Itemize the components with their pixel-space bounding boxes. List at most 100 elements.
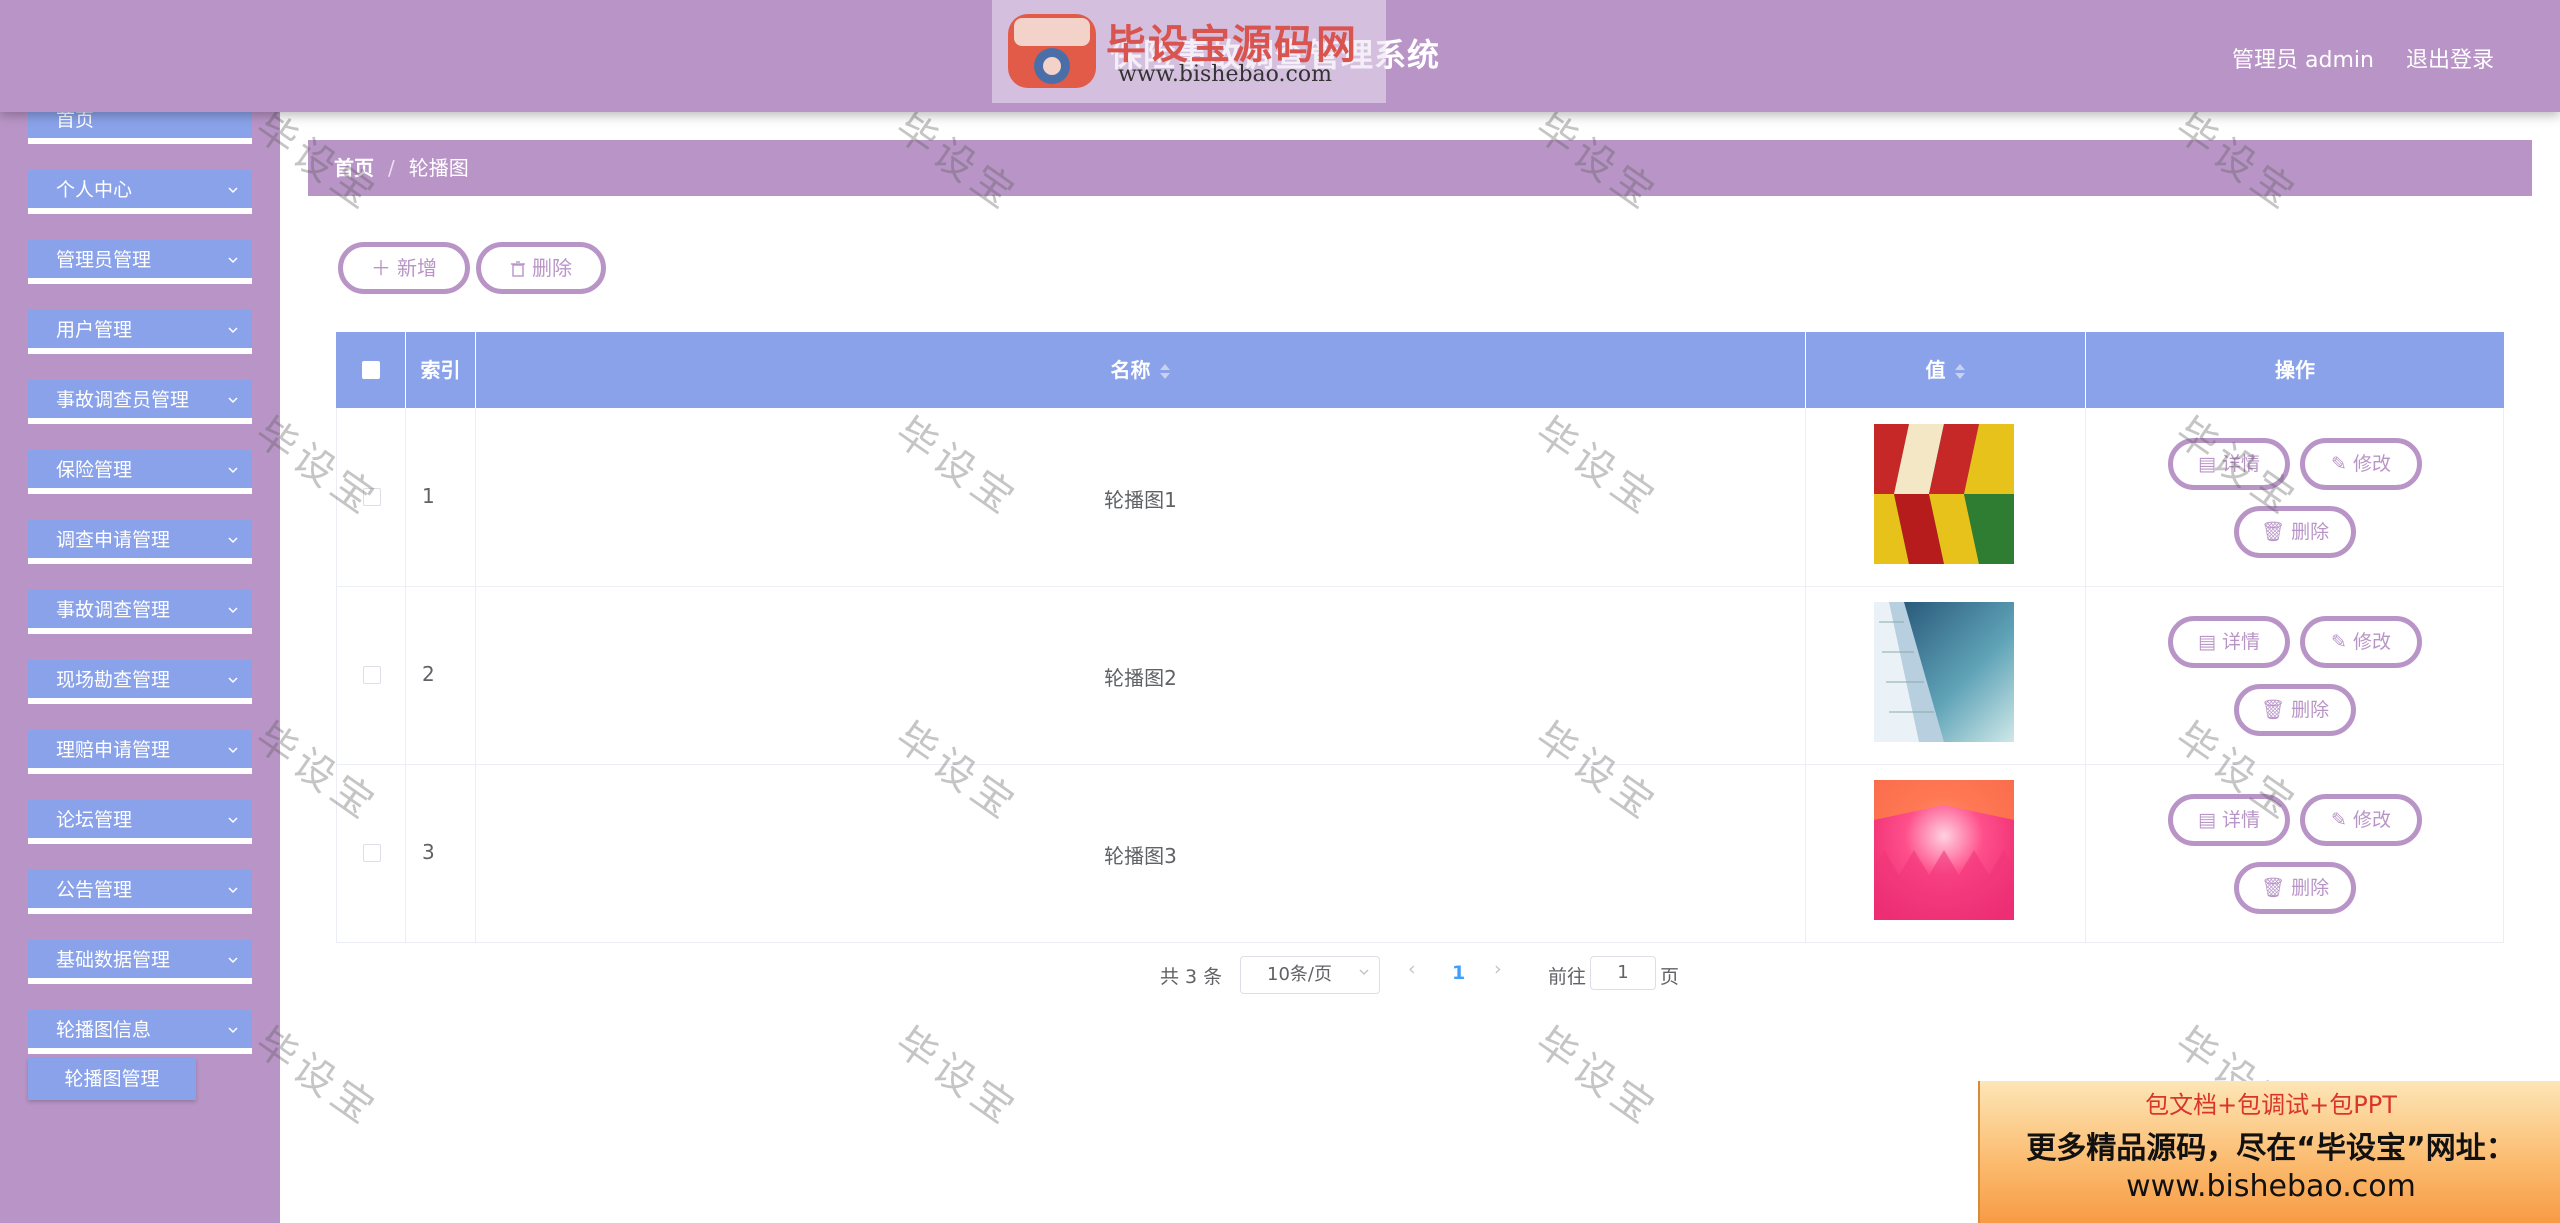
sidebar-item-carousel[interactable]: 轮播图信息 — [28, 1010, 252, 1054]
sidebar-item-notices[interactable]: 公告管理 — [28, 870, 252, 914]
table-row: 2 轮播图2 ▤ 详情 ✎ 修改 🗑 删除 — [336, 586, 2504, 765]
admin-user-label: 管理员 admin — [2232, 48, 2374, 73]
trash-icon: 🗑 — [2260, 521, 2292, 543]
sidebar-item-label: 个人中心 — [56, 179, 133, 201]
detail-button[interactable]: ▤ 详情 — [2168, 794, 2290, 846]
top-header: 保险事故调查管理系统 毕设宝源码网 www.bishebao.com 管理员 a… — [0, 0, 2560, 112]
sidebar-item-forum[interactable]: 论坛管理 — [28, 800, 252, 844]
logout-link[interactable]: 退出登录 — [2406, 42, 2494, 74]
add-button[interactable]: ＋新增 — [338, 242, 470, 294]
plus-icon: ＋ — [371, 256, 391, 280]
sidebar-item-label: 公告管理 — [56, 879, 133, 901]
watermark-logo: 毕设宝源码网 www.bishebao.com — [992, 0, 1386, 103]
breadcrumb-current: 轮播图 — [408, 156, 469, 180]
row-delete-button[interactable]: 🗑 删除 — [2234, 506, 2356, 558]
promo-line-1: 包文档+包调试+包PPT — [2145, 1091, 2397, 1119]
edit-button[interactable]: ✎ 修改 — [2300, 616, 2422, 668]
chevron-down-icon — [228, 187, 238, 194]
header-actions: 操作 — [2275, 358, 2315, 382]
detail-button[interactable]: ▤ 详情 — [2168, 438, 2290, 490]
chevron-down-icon — [228, 257, 238, 264]
goto-page-input[interactable]: 1 — [1590, 956, 1656, 990]
add-button-label: 新增 — [397, 256, 437, 280]
detail-label: 详情 — [2221, 809, 2260, 831]
sidebar-item-label: 论坛管理 — [56, 809, 133, 831]
file-icon: ▤ — [2197, 631, 2222, 653]
detail-label: 详情 — [2221, 631, 2260, 653]
sidebar-item-survey-requests[interactable]: 调查申请管理 — [28, 520, 252, 564]
chevron-down-icon — [228, 537, 238, 544]
carousel-image-thumbnail[interactable] — [1874, 780, 2014, 920]
edit-label: 修改 — [2352, 453, 2391, 475]
sidebar: 首页 个人中心 管理员管理 用户管理 事故调查员管理 保险管理 调查申请管理 事… — [0, 100, 280, 1223]
pencil-icon: ✎ — [2331, 631, 2353, 653]
sidebar-item-label: 理赔申请管理 — [56, 739, 171, 761]
header-name-label: 名称 — [1110, 358, 1151, 382]
edit-button[interactable]: ✎ 修改 — [2300, 794, 2422, 846]
sidebar-item-insurance[interactable]: 保险管理 — [28, 450, 252, 494]
sidebar-item-label: 基础数据管理 — [56, 949, 171, 971]
detail-label: 详情 — [2221, 453, 2260, 475]
chevron-down-icon — [228, 817, 238, 824]
breadcrumb: 首页 / 轮播图 — [308, 140, 2532, 196]
trash-icon — [511, 261, 525, 277]
sidebar-item-label: 事故调查员管理 — [56, 389, 190, 411]
row-delete-button[interactable]: 🗑 删除 — [2234, 684, 2356, 736]
row-index: 2 — [422, 662, 435, 686]
chevron-left-icon: ‹ — [1408, 958, 1416, 980]
sidebar-item-profile[interactable]: 个人中心 — [28, 170, 252, 214]
chevron-down-icon — [228, 327, 238, 334]
row-checkbox[interactable] — [363, 844, 381, 862]
promo-line-2: 更多精品源码，尽在“毕设宝”网址： — [2026, 1131, 2516, 1166]
promo-banner[interactable]: 包文档+包调试+包PPT 更多精品源码，尽在“毕设宝”网址： www.bishe… — [1978, 1081, 2560, 1223]
delete-label: 删除 — [2291, 699, 2330, 721]
batch-delete-button[interactable]: 删除 — [476, 242, 606, 294]
page-number-current[interactable]: 1 — [1452, 962, 1465, 1002]
submenu-carousel-manage[interactable]: 轮播图管理 — [28, 1058, 196, 1100]
sidebar-item-users[interactable]: 用户管理 — [28, 310, 252, 354]
row-name: 轮播图1 — [1104, 488, 1177, 512]
edit-button[interactable]: ✎ 修改 — [2300, 438, 2422, 490]
header-value[interactable]: 值 — [1806, 332, 2086, 408]
pagination-total: 共 3 条 — [1160, 966, 1223, 988]
sidebar-item-label: 用户管理 — [56, 319, 133, 341]
sidebar-item-investigators[interactable]: 事故调查员管理 — [28, 380, 252, 424]
sidebar-item-accident-surveys[interactable]: 事故调查管理 — [28, 590, 252, 634]
table-row: 3 轮播图3 ▤ 详情 ✎ 修改 🗑 删除 — [336, 764, 2504, 943]
file-icon: ▤ — [2197, 809, 2222, 831]
sidebar-item-claims[interactable]: 理赔申请管理 — [28, 730, 252, 774]
sidebar-item-site-inspections[interactable]: 现场勘查管理 — [28, 660, 252, 704]
carousel-image-thumbnail[interactable] — [1874, 602, 2014, 742]
page-size-select[interactable]: 10条/页 — [1240, 956, 1380, 994]
sort-icon[interactable] — [1159, 363, 1171, 381]
watermark-text: 毕设宝 — [1526, 1018, 1667, 1136]
row-delete-button[interactable]: 🗑 删除 — [2234, 862, 2356, 914]
pencil-icon: ✎ — [2331, 453, 2353, 475]
row-checkbox[interactable] — [363, 488, 381, 506]
carousel-image-thumbnail[interactable] — [1874, 424, 2014, 564]
sidebar-item-base-data[interactable]: 基础数据管理 — [28, 940, 252, 984]
select-all-checkbox[interactable] — [362, 361, 380, 379]
edit-label: 修改 — [2352, 631, 2391, 653]
next-page-button[interactable]: › — [1494, 958, 1502, 998]
row-name: 轮播图3 — [1104, 844, 1177, 868]
prev-page-button[interactable]: ‹ — [1408, 958, 1416, 998]
pencil-icon: ✎ — [2331, 809, 2353, 831]
file-icon: ▤ — [2197, 453, 2222, 475]
header-select-cell — [336, 332, 406, 408]
sidebar-item-label: 管理员管理 — [56, 249, 152, 271]
detail-button[interactable]: ▤ 详情 — [2168, 616, 2290, 668]
row-checkbox[interactable] — [363, 666, 381, 684]
trash-icon: 🗑 — [2260, 877, 2292, 899]
chevron-down-icon — [228, 467, 238, 474]
header-name[interactable]: 名称 — [476, 332, 1806, 408]
chevron-down-icon — [228, 957, 238, 964]
logo-icon — [1008, 14, 1096, 88]
sort-icon[interactable] — [1954, 363, 1966, 381]
header-value-label: 值 — [1925, 358, 1946, 382]
breadcrumb-home[interactable]: 首页 — [334, 156, 374, 180]
chevron-down-icon — [228, 607, 238, 614]
sidebar-item-label: 调查申请管理 — [56, 529, 171, 551]
row-index: 1 — [422, 484, 435, 508]
sidebar-item-admin[interactable]: 管理员管理 — [28, 240, 252, 284]
